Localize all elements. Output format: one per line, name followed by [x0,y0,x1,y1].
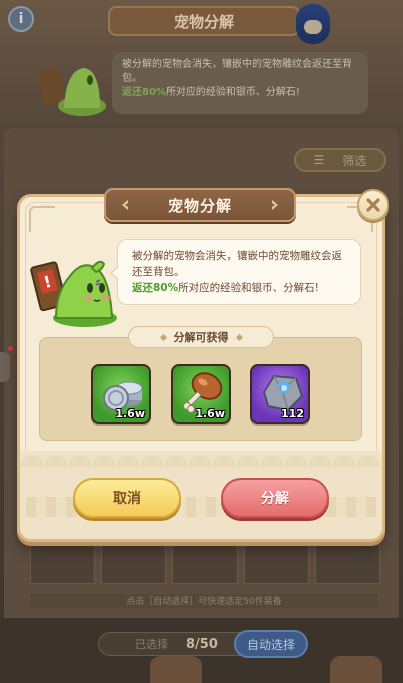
background-header-title: 宠物分解 [173,12,234,31]
pet-slot[interactable] [172,544,238,584]
close-icon [366,198,380,212]
info-button[interactable]: i [8,6,34,32]
decompose-button[interactable]: 分解 [221,478,329,518]
reward-item-stone[interactable]: 112 [250,364,310,424]
return-highlight: 返还80% [132,282,179,294]
auto-select-hint: 点击［自动选择］可快速选定50件装备 [30,594,378,608]
background-header: 宠物分解 [108,6,300,36]
filter-button[interactable]: ☰ 筛选 [294,148,386,172]
rewards-label-text: 分解可获得 [173,331,229,344]
auto-select-button[interactable]: 自动选择 [234,630,308,658]
background-note: 被分解的宠物会消失，镶嵌中的宠物雕纹会返还至背包。 返还80%所对应的经验和银币… [112,52,368,114]
bottom-pet-slot[interactable] [150,656,202,683]
reward-item-silver[interactable]: 1.6w [91,364,151,424]
reward-quantity: 1.6w [115,407,145,420]
diamond-ornament-icon [235,333,243,341]
info-icon: i [18,11,24,27]
pet-slot[interactable] [314,544,381,584]
description-bubble: 被分解的宠物会消失，镶嵌中的宠物雕纹会返还至背包。 返还80%所对应的经验和银币… [110,239,361,305]
reward-quantity: 112 [281,407,304,420]
corner-ornament [29,206,55,232]
list-icon: ☰ [313,153,325,167]
diamond-ornament-icon [159,333,167,341]
side-tab[interactable] [0,352,10,382]
selected-label: 已选择 [135,638,168,651]
bottom-pet-slot[interactable] [330,656,382,683]
close-button[interactable] [357,189,389,221]
background-pet-icon [37,66,106,116]
description-text: 被分解的宠物会消失，镶嵌中的宠物雕纹会返还至背包。 [132,250,342,278]
reward-item-meat[interactable]: 1.6w [171,364,231,424]
dialog-title: 宠物分解 [167,196,232,215]
slime-pet-icon: ! [30,260,117,327]
pet-grid [30,544,381,584]
right-ornament-icon [272,200,278,210]
rewards-label: 分解可获得 [128,326,274,348]
notification-dot [8,346,13,351]
reward-quantity: 1.6w [195,407,225,420]
player-avatar[interactable] [296,4,330,44]
cancel-button[interactable]: 取消 [73,478,181,518]
pet-slot[interactable] [30,544,96,584]
selected-count: 8/50 [186,636,218,652]
background-note-highlight: 返还80% [122,87,166,98]
pet-slot[interactable] [101,544,167,584]
background-note-tail: 所对应的经验和银币、分解石! [165,87,300,98]
filter-label: 筛选 [342,153,367,168]
pet-slot[interactable] [243,544,309,584]
background-note-text: 被分解的宠物会消失，镶嵌中的宠物雕纹会返还至背包。 [122,59,352,84]
left-ornament-icon [122,200,128,210]
description-tail: 所对应的经验和银币、分解石! [178,282,319,294]
dialog-title-bar: 宠物分解 [104,188,296,222]
